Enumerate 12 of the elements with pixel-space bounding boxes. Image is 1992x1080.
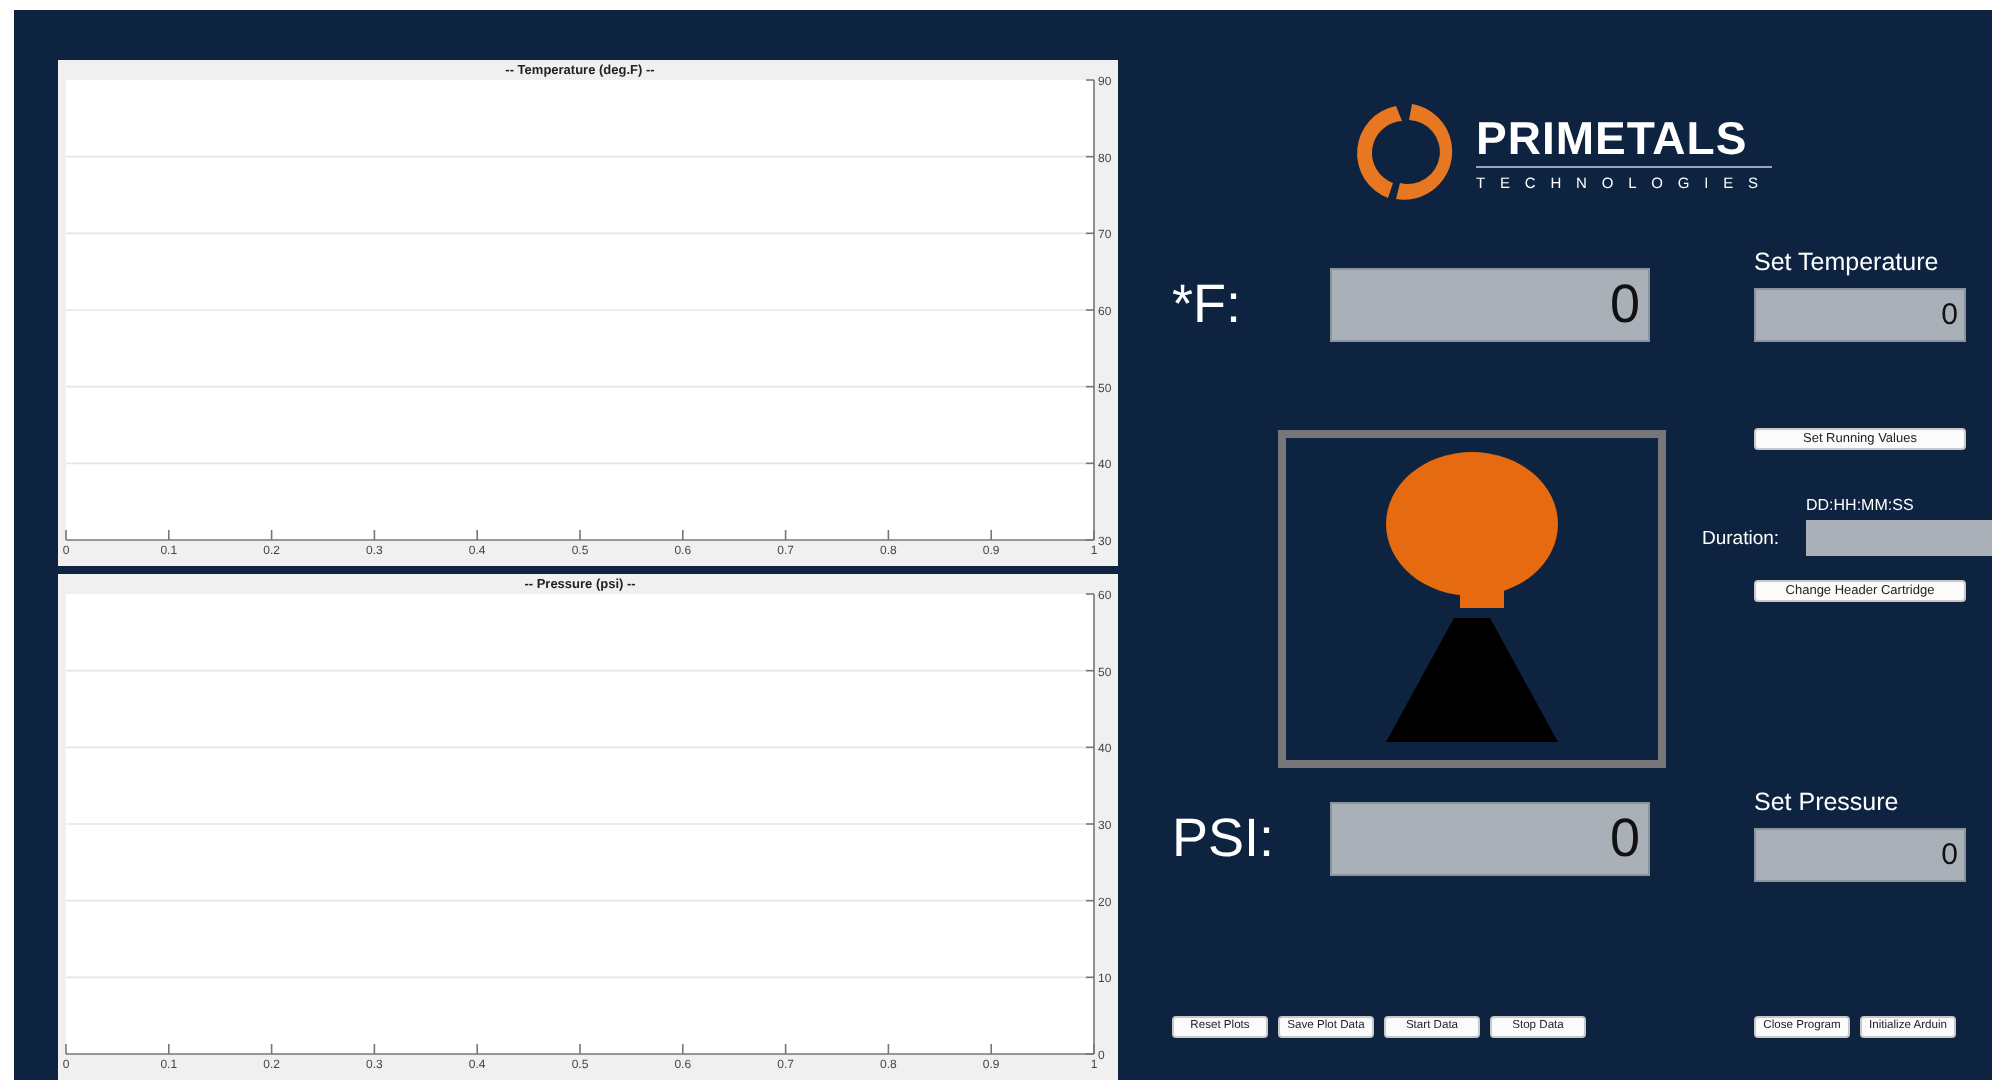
duration-format-label: DD:HH:MM:SS (1806, 496, 1916, 516)
setpoint-field[interactable]: 0 (1754, 828, 1966, 882)
duration-label: Duration: (1702, 527, 1782, 549)
readout-field: 0 (1330, 268, 1650, 342)
setpoint-label: Set Temperature (1754, 246, 1941, 278)
readout-label: PSI: (1172, 808, 1277, 870)
setpoint-field[interactable]: 0 (1754, 288, 1966, 342)
brand-name: PRIMETALS (1476, 111, 1773, 167)
readout-label: *F: (1172, 274, 1244, 336)
setpoint-label: Set Pressure (1754, 786, 1901, 818)
readout-field: 0 (1330, 802, 1650, 876)
duration-field[interactable] (1806, 520, 1992, 556)
